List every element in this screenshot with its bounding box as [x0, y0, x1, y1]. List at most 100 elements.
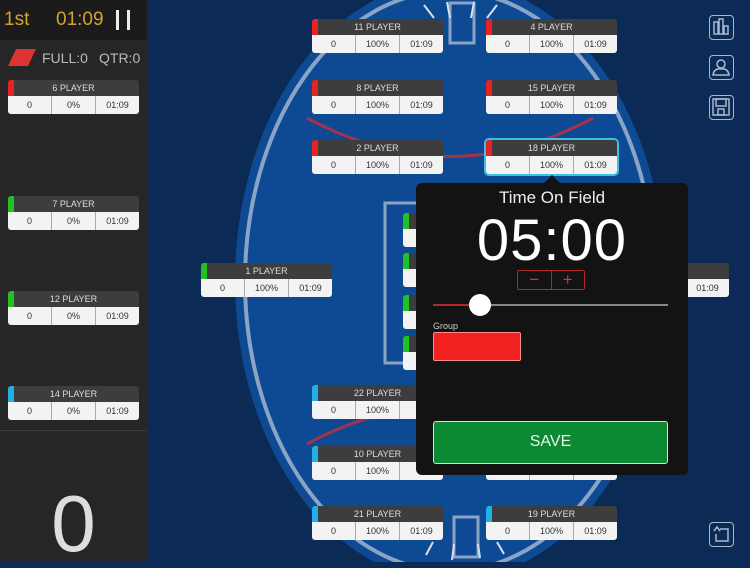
- player-card[interactable]: 4 PLAYER 0 100% 01:09: [486, 19, 617, 53]
- player-card[interactable]: 21 PLAYER 0 100% 01:09: [312, 506, 443, 540]
- player-name: 18 PLAYER: [486, 140, 617, 156]
- player-stat-time: 01:09: [584, 39, 607, 49]
- player-stat-time: 01:09: [106, 100, 129, 110]
- group-color-tag: [486, 506, 492, 522]
- player-name: 8 PLAYER: [312, 80, 443, 96]
- player-card[interactable]: 14 PLAYER 0 0% 01:09: [8, 386, 139, 420]
- player-name: 2 PLAYER: [312, 140, 443, 156]
- player-stat-time: 01:09: [410, 100, 433, 110]
- group-label: Group: [433, 321, 459, 331]
- player-card[interactable]: 11 PLAYER 0 100% 01:09: [312, 19, 443, 53]
- group-color-tag: [403, 336, 409, 352]
- time-on-field-popup: Time On Field 05:00 − + Group SAVE: [416, 175, 688, 475]
- team-color-icon: [8, 49, 36, 66]
- player-card[interactable]: 19 PLAYER 0 100% 01:09: [486, 506, 617, 540]
- player-stat-percent: 100%: [356, 462, 400, 480]
- slider-thumb[interactable]: [469, 294, 491, 316]
- player-stat-percent: 0%: [52, 307, 96, 325]
- player-stat-count: 0: [312, 35, 356, 53]
- group-color-tag: [8, 80, 14, 96]
- full-count: FULL:0: [42, 50, 88, 66]
- player-stat-count: 0: [486, 156, 530, 174]
- player-stat-time: 01:09: [584, 526, 607, 536]
- qtr-count: QTR:0: [99, 50, 141, 66]
- player-stat-time: 01:09: [106, 311, 129, 321]
- player-stat-count: 0: [312, 96, 356, 114]
- player-stat-percent: 0%: [52, 212, 96, 230]
- group-color-tag: [8, 386, 14, 402]
- save-button[interactable]: SAVE: [433, 421, 668, 464]
- group-color-tag: [312, 446, 318, 462]
- player-card[interactable]: 15 PLAYER 0 100% 01:09: [486, 80, 617, 114]
- increment-button[interactable]: +: [552, 271, 585, 289]
- player-stat-time: 01:09: [299, 283, 322, 293]
- player-card[interactable]: 7 PLAYER 0 0% 01:09: [8, 196, 139, 230]
- player-stat-count: 0: [486, 96, 530, 114]
- player-stat-percent: 100%: [530, 156, 574, 174]
- player-stat-percent: 100%: [356, 96, 400, 114]
- player-name: 21 PLAYER: [312, 506, 443, 522]
- player-stat-percent: 100%: [356, 522, 400, 540]
- group-color-tag: [312, 80, 318, 96]
- player-card[interactable]: 8 PLAYER 0 100% 01:09: [312, 80, 443, 114]
- time-stepper[interactable]: − +: [517, 270, 585, 290]
- player-name: 12 PLAYER: [8, 291, 139, 307]
- player-stat-time: 01:09: [584, 160, 607, 170]
- time-slider[interactable]: [433, 294, 668, 316]
- swap-icon[interactable]: [709, 522, 734, 547]
- player-stat-count: 0: [312, 522, 356, 540]
- decrement-button[interactable]: −: [518, 271, 552, 289]
- player-card[interactable]: 12 PLAYER 0 0% 01:09: [8, 291, 139, 325]
- player-stat-percent: 100%: [530, 35, 574, 53]
- player-stat-percent: 100%: [245, 279, 289, 297]
- bench-sidebar: 1st 01:09 FULL:0 QTR:0 6 PLAYER 0 0% 01:09…: [0, 0, 147, 568]
- player-stat-count: 0: [8, 212, 52, 230]
- group-color-tag: [403, 295, 409, 311]
- group-color-tag: [486, 80, 492, 96]
- player-stat-percent: 100%: [356, 156, 400, 174]
- player-card[interactable]: 6 PLAYER 0 0% 01:09: [8, 80, 139, 114]
- group-color-tag: [312, 385, 318, 401]
- player-stat-count: 0: [8, 307, 52, 325]
- player-name: 1 PLAYER: [201, 263, 332, 279]
- save-disk-icon[interactable]: [709, 95, 734, 120]
- group-color-tag: [486, 19, 492, 35]
- player-stat-time: 01:09: [410, 160, 433, 170]
- group-color-tag: [486, 140, 492, 156]
- player-name: 14 PLAYER: [8, 386, 139, 402]
- player-stat-count: 0: [312, 156, 356, 174]
- player-stat-percent: 100%: [356, 401, 400, 419]
- group-color-tag: [8, 291, 14, 307]
- pause-icon[interactable]: [116, 10, 130, 30]
- group-color-picker[interactable]: [433, 332, 521, 361]
- game-clock: 01:09: [56, 9, 104, 30]
- player-name: 4 PLAYER: [486, 19, 617, 35]
- person-icon[interactable]: [709, 55, 734, 80]
- player-stat-percent: 100%: [530, 96, 574, 114]
- player-card[interactable]: 1 PLAYER 0 100% 01:09: [201, 263, 332, 297]
- player-stat-count: 0: [8, 402, 52, 420]
- group-color-tag: [201, 263, 207, 279]
- player-stat-count: 0: [312, 462, 356, 480]
- player-stat-time: 01:09: [410, 39, 433, 49]
- player-stat-count: 0: [201, 279, 245, 297]
- player-name: 7 PLAYER: [8, 196, 139, 212]
- bar-chart-icon[interactable]: [709, 15, 734, 40]
- group-color-tag: [403, 253, 409, 269]
- player-stat-time: 01:09: [106, 406, 129, 416]
- player-stat-time: 01:09: [696, 283, 719, 293]
- player-stat-percent: 100%: [356, 35, 400, 53]
- player-stat-count: 0: [486, 522, 530, 540]
- group-color-tag: [8, 196, 14, 212]
- player-name: 6 PLAYER: [8, 80, 139, 96]
- group-color-tag: [312, 19, 318, 35]
- player-name: 19 PLAYER: [486, 506, 617, 522]
- bench-count: 0: [51, 479, 96, 568]
- player-stat-count: 0: [312, 401, 356, 419]
- player-card[interactable]: 2 PLAYER 0 100% 01:09: [312, 140, 443, 174]
- player-stat-percent: 0%: [52, 96, 96, 114]
- game-clock-bar: 1st 01:09: [0, 0, 147, 40]
- player-stat-time: 01:09: [410, 526, 433, 536]
- period-label: 1st: [4, 9, 30, 30]
- player-card[interactable]: 18 PLAYER 0 100% 01:09: [484, 138, 619, 176]
